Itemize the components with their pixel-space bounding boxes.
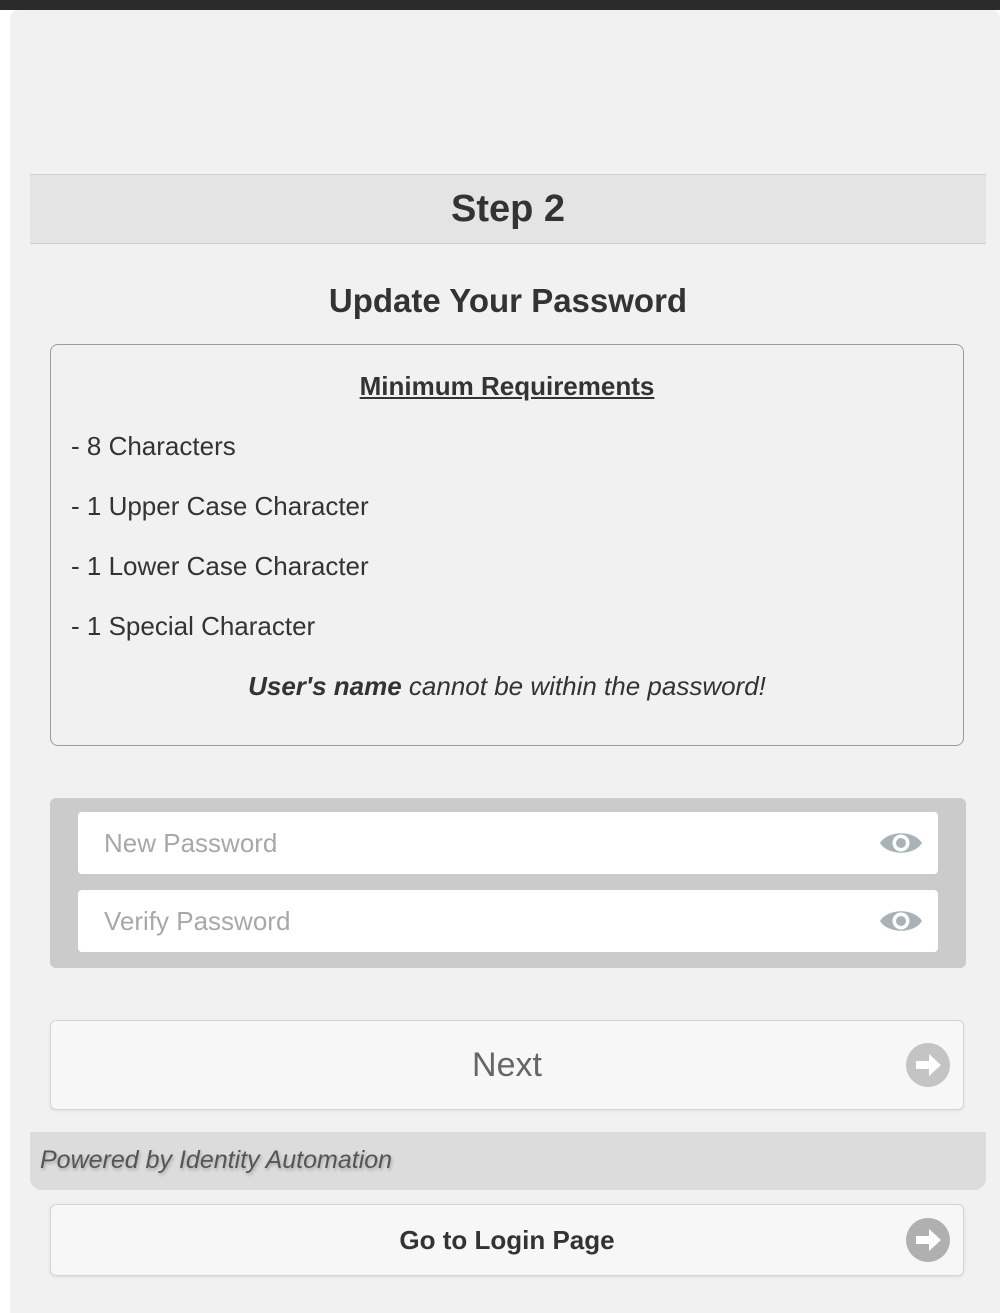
step-header: Step 2 bbox=[30, 174, 986, 244]
next-button-label: Next bbox=[472, 1045, 542, 1084]
verify-password-input[interactable] bbox=[102, 904, 846, 938]
eye-icon[interactable] bbox=[878, 827, 924, 859]
next-button[interactable]: Next bbox=[50, 1020, 964, 1110]
requirements-box: Minimum Requirements - 8 Characters - 1 … bbox=[50, 344, 964, 746]
requirements-title: Minimum Requirements bbox=[359, 371, 655, 401]
window-top-bar bbox=[0, 0, 1000, 10]
note-text: cannot be within the password! bbox=[401, 671, 766, 701]
requirement-item: - 8 Characters bbox=[71, 431, 236, 461]
arrow-right-circle-icon bbox=[906, 1043, 950, 1087]
requirements-note: User's name cannot be within the passwor… bbox=[51, 671, 963, 702]
password-fields-group bbox=[50, 798, 966, 968]
step-title: Step 2 bbox=[450, 187, 566, 230]
requirement-item: - 1 Lower Case Character bbox=[71, 551, 369, 581]
verify-password-field[interactable] bbox=[78, 890, 938, 952]
footer-bar: Powered by Identity Automation bbox=[30, 1132, 986, 1190]
requirement-item: - 1 Special Character bbox=[71, 611, 316, 641]
requirement-item: - 1 Upper Case Character bbox=[71, 491, 369, 521]
eye-icon[interactable] bbox=[878, 905, 924, 937]
page-title: Update Your Password bbox=[328, 282, 688, 319]
note-bold: User's name bbox=[248, 671, 402, 701]
go-to-login-label: Go to Login Page bbox=[399, 1224, 615, 1255]
go-to-login-button[interactable]: Go to Login Page bbox=[50, 1204, 964, 1276]
powered-by-text: Powered by Identity Automation bbox=[40, 1146, 393, 1174]
new-password-input[interactable] bbox=[102, 826, 846, 860]
arrow-right-circle-icon bbox=[906, 1218, 950, 1262]
new-password-field[interactable] bbox=[78, 812, 938, 874]
